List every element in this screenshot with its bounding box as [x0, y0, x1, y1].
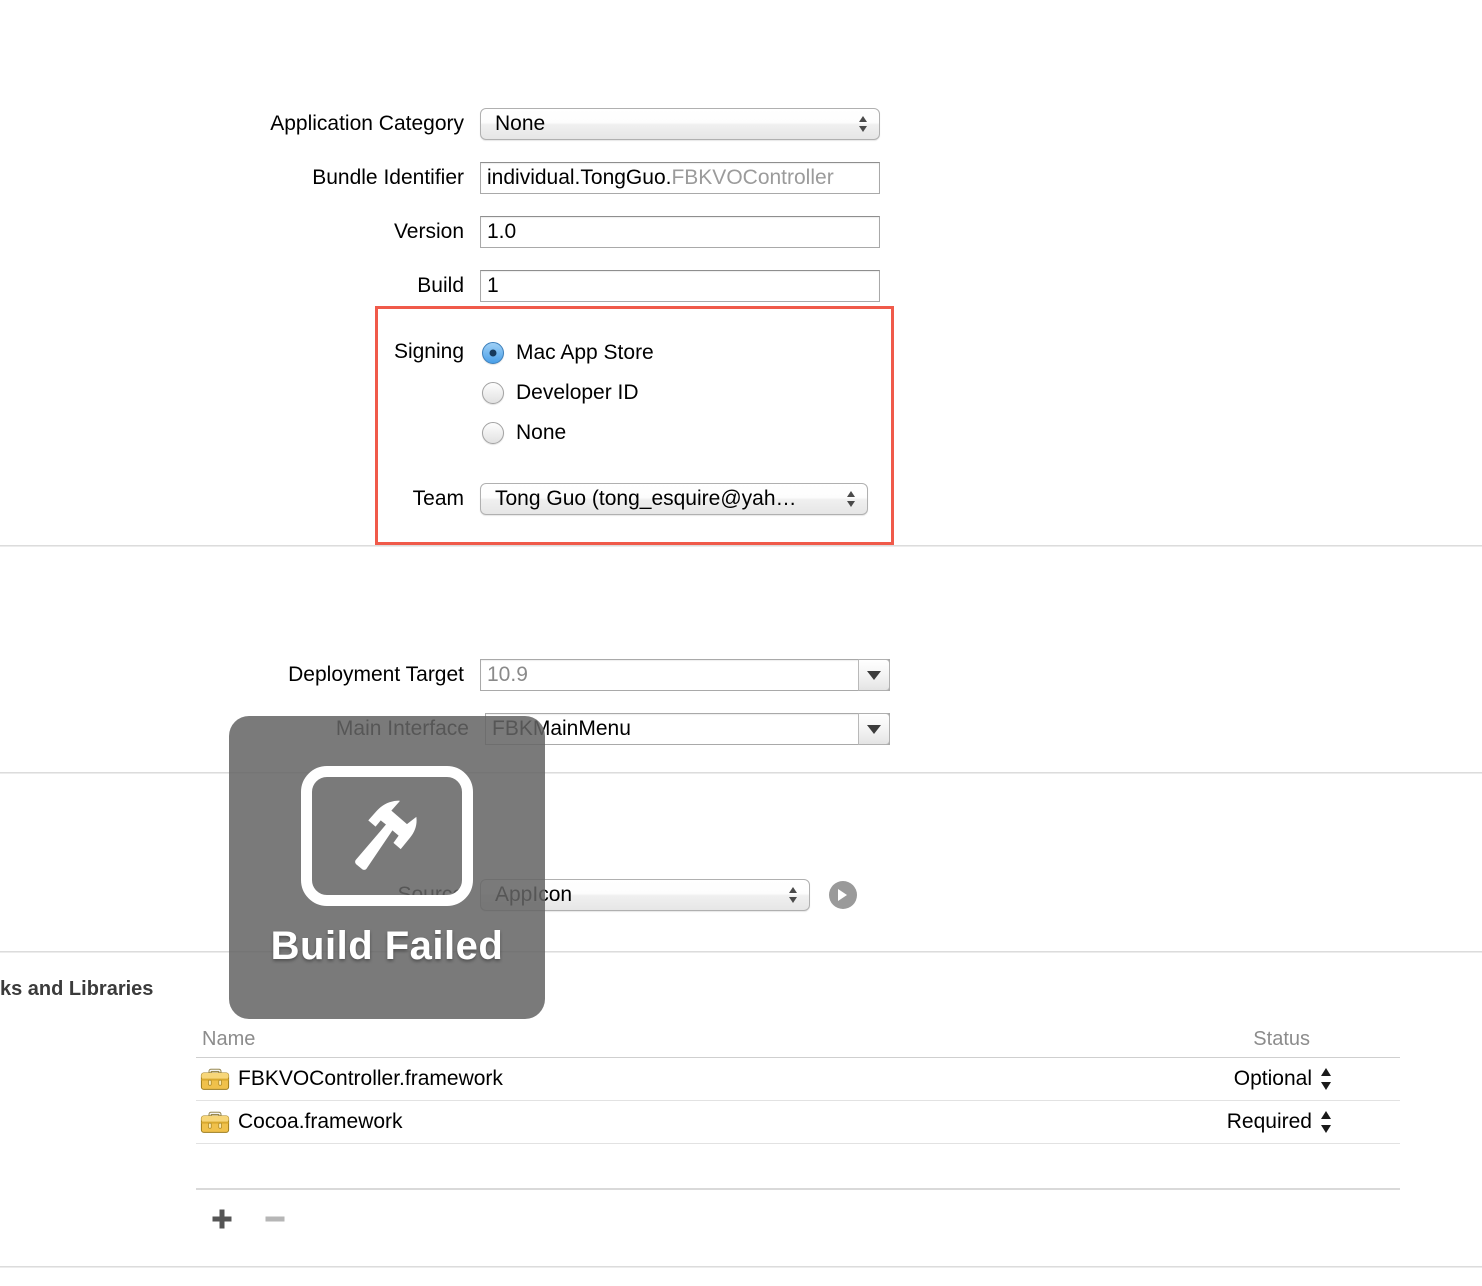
signing-option-none[interactable]: None	[482, 416, 654, 450]
deployment-target-label: Deployment Target	[288, 663, 464, 686]
framework-status-text: Optional	[1233, 1067, 1312, 1090]
section-divider	[0, 545, 1482, 547]
toolbox-icon	[200, 1066, 230, 1092]
framework-status-text: Required	[1226, 1110, 1312, 1133]
row-version: Version 1.0	[240, 216, 890, 248]
build-input[interactable]: 1	[480, 270, 880, 302]
xcode-target-general-pane: Application Category None Bundle Identif…	[0, 0, 1482, 1286]
radio-selected-icon	[482, 342, 504, 364]
main-interface-combo[interactable]: FBKMainMenu	[485, 713, 890, 745]
section-divider	[0, 772, 1482, 774]
build-status-text: Build Failed	[270, 924, 504, 968]
framework-status-cell[interactable]: Required	[1227, 1110, 1400, 1134]
application-category-value: None	[495, 112, 546, 135]
team-label: Team	[412, 487, 464, 510]
column-header-name[interactable]: Name	[196, 1028, 255, 1051]
frameworks-section-heading: ks and Libraries	[0, 978, 154, 1000]
bundle-identifier-typed-text: individual.TongGuo.	[487, 166, 672, 189]
framework-name-cell: Cocoa.framework	[196, 1109, 403, 1135]
table-bottom-rule	[196, 1188, 1400, 1190]
signing-label: Signing	[393, 340, 464, 363]
framework-name-cell: FBKVOController.framework	[196, 1066, 503, 1092]
status-stepper-icon[interactable]	[1321, 1067, 1332, 1091]
circle-arrow-right-icon[interactable]	[829, 881, 857, 909]
row-team: Team Tong Guo (tong_esquire@yah…	[240, 483, 890, 515]
team-popup[interactable]: Tong Guo (tong_esquire@yah…	[480, 483, 868, 515]
radio-unselected-icon	[482, 382, 504, 404]
signing-option-mac-app-store[interactable]: Mac App Store	[482, 336, 654, 370]
table-header-row: Name Status	[196, 1028, 1400, 1057]
signing-option-label: None	[516, 421, 567, 444]
row-bundle-identifier: Bundle Identifier individual.TongGuo. FBK…	[240, 162, 890, 194]
bundle-identifier-input[interactable]: individual.TongGuo. FBKVOController	[480, 162, 880, 194]
deployment-target-combo[interactable]: 10.9	[480, 659, 890, 691]
row-build: Build 1	[240, 270, 890, 302]
framework-name-text: Cocoa.framework	[238, 1110, 403, 1133]
build-label: Build	[417, 274, 464, 297]
table-row[interactable]: FBKVOController.framework Optional	[196, 1058, 1400, 1101]
add-framework-button[interactable]	[205, 1202, 239, 1236]
signing-option-developer-id[interactable]: Developer ID	[482, 376, 654, 410]
hammer-icon	[301, 766, 473, 906]
updown-stepper-icon	[859, 114, 868, 134]
bundle-identifier-completion-text: FBKVOController	[671, 166, 834, 189]
signing-option-label: Mac App Store	[516, 341, 654, 364]
team-value: Tong Guo (tong_esquire@yah…	[495, 487, 797, 510]
remove-framework-button	[258, 1202, 292, 1236]
updown-stepper-icon	[847, 489, 856, 509]
table-empty-area	[196, 1144, 1400, 1188]
chevron-down-icon[interactable]	[858, 713, 890, 745]
deployment-target-value: 10.9	[487, 663, 528, 686]
version-input[interactable]: 1.0	[480, 216, 880, 248]
chevron-down-icon[interactable]	[858, 659, 890, 691]
status-stepper-icon[interactable]	[1321, 1110, 1332, 1134]
application-category-label: Application Category	[270, 112, 464, 135]
toolbox-icon	[200, 1109, 230, 1135]
row-application-category: Application Category None	[240, 108, 890, 140]
signing-option-label: Developer ID	[516, 381, 639, 404]
bundle-identifier-label: Bundle Identifier	[312, 166, 464, 189]
bottom-divider	[0, 1266, 1482, 1268]
section-divider	[0, 951, 1482, 953]
updown-stepper-icon	[789, 885, 798, 905]
build-value: 1	[487, 274, 499, 297]
framework-status-cell[interactable]: Optional	[1234, 1067, 1400, 1091]
row-deployment-target: Deployment Target 10.9	[265, 659, 930, 691]
radio-unselected-icon	[482, 422, 504, 444]
table-action-bar	[205, 1202, 292, 1236]
signing-radio-group: Mac App Store Developer ID None	[482, 336, 654, 450]
column-header-status[interactable]: Status	[1253, 1028, 1400, 1051]
framework-name-text: FBKVOController.framework	[238, 1067, 503, 1090]
version-value: 1.0	[487, 220, 517, 243]
application-category-popup[interactable]: None	[480, 108, 880, 140]
version-label: Version	[393, 220, 464, 243]
frameworks-table: Name Status FBKVOController.framework Op…	[196, 1028, 1400, 1190]
build-failed-hud: Build Failed	[229, 716, 545, 1019]
table-row[interactable]: Cocoa.framework Required	[196, 1101, 1400, 1144]
